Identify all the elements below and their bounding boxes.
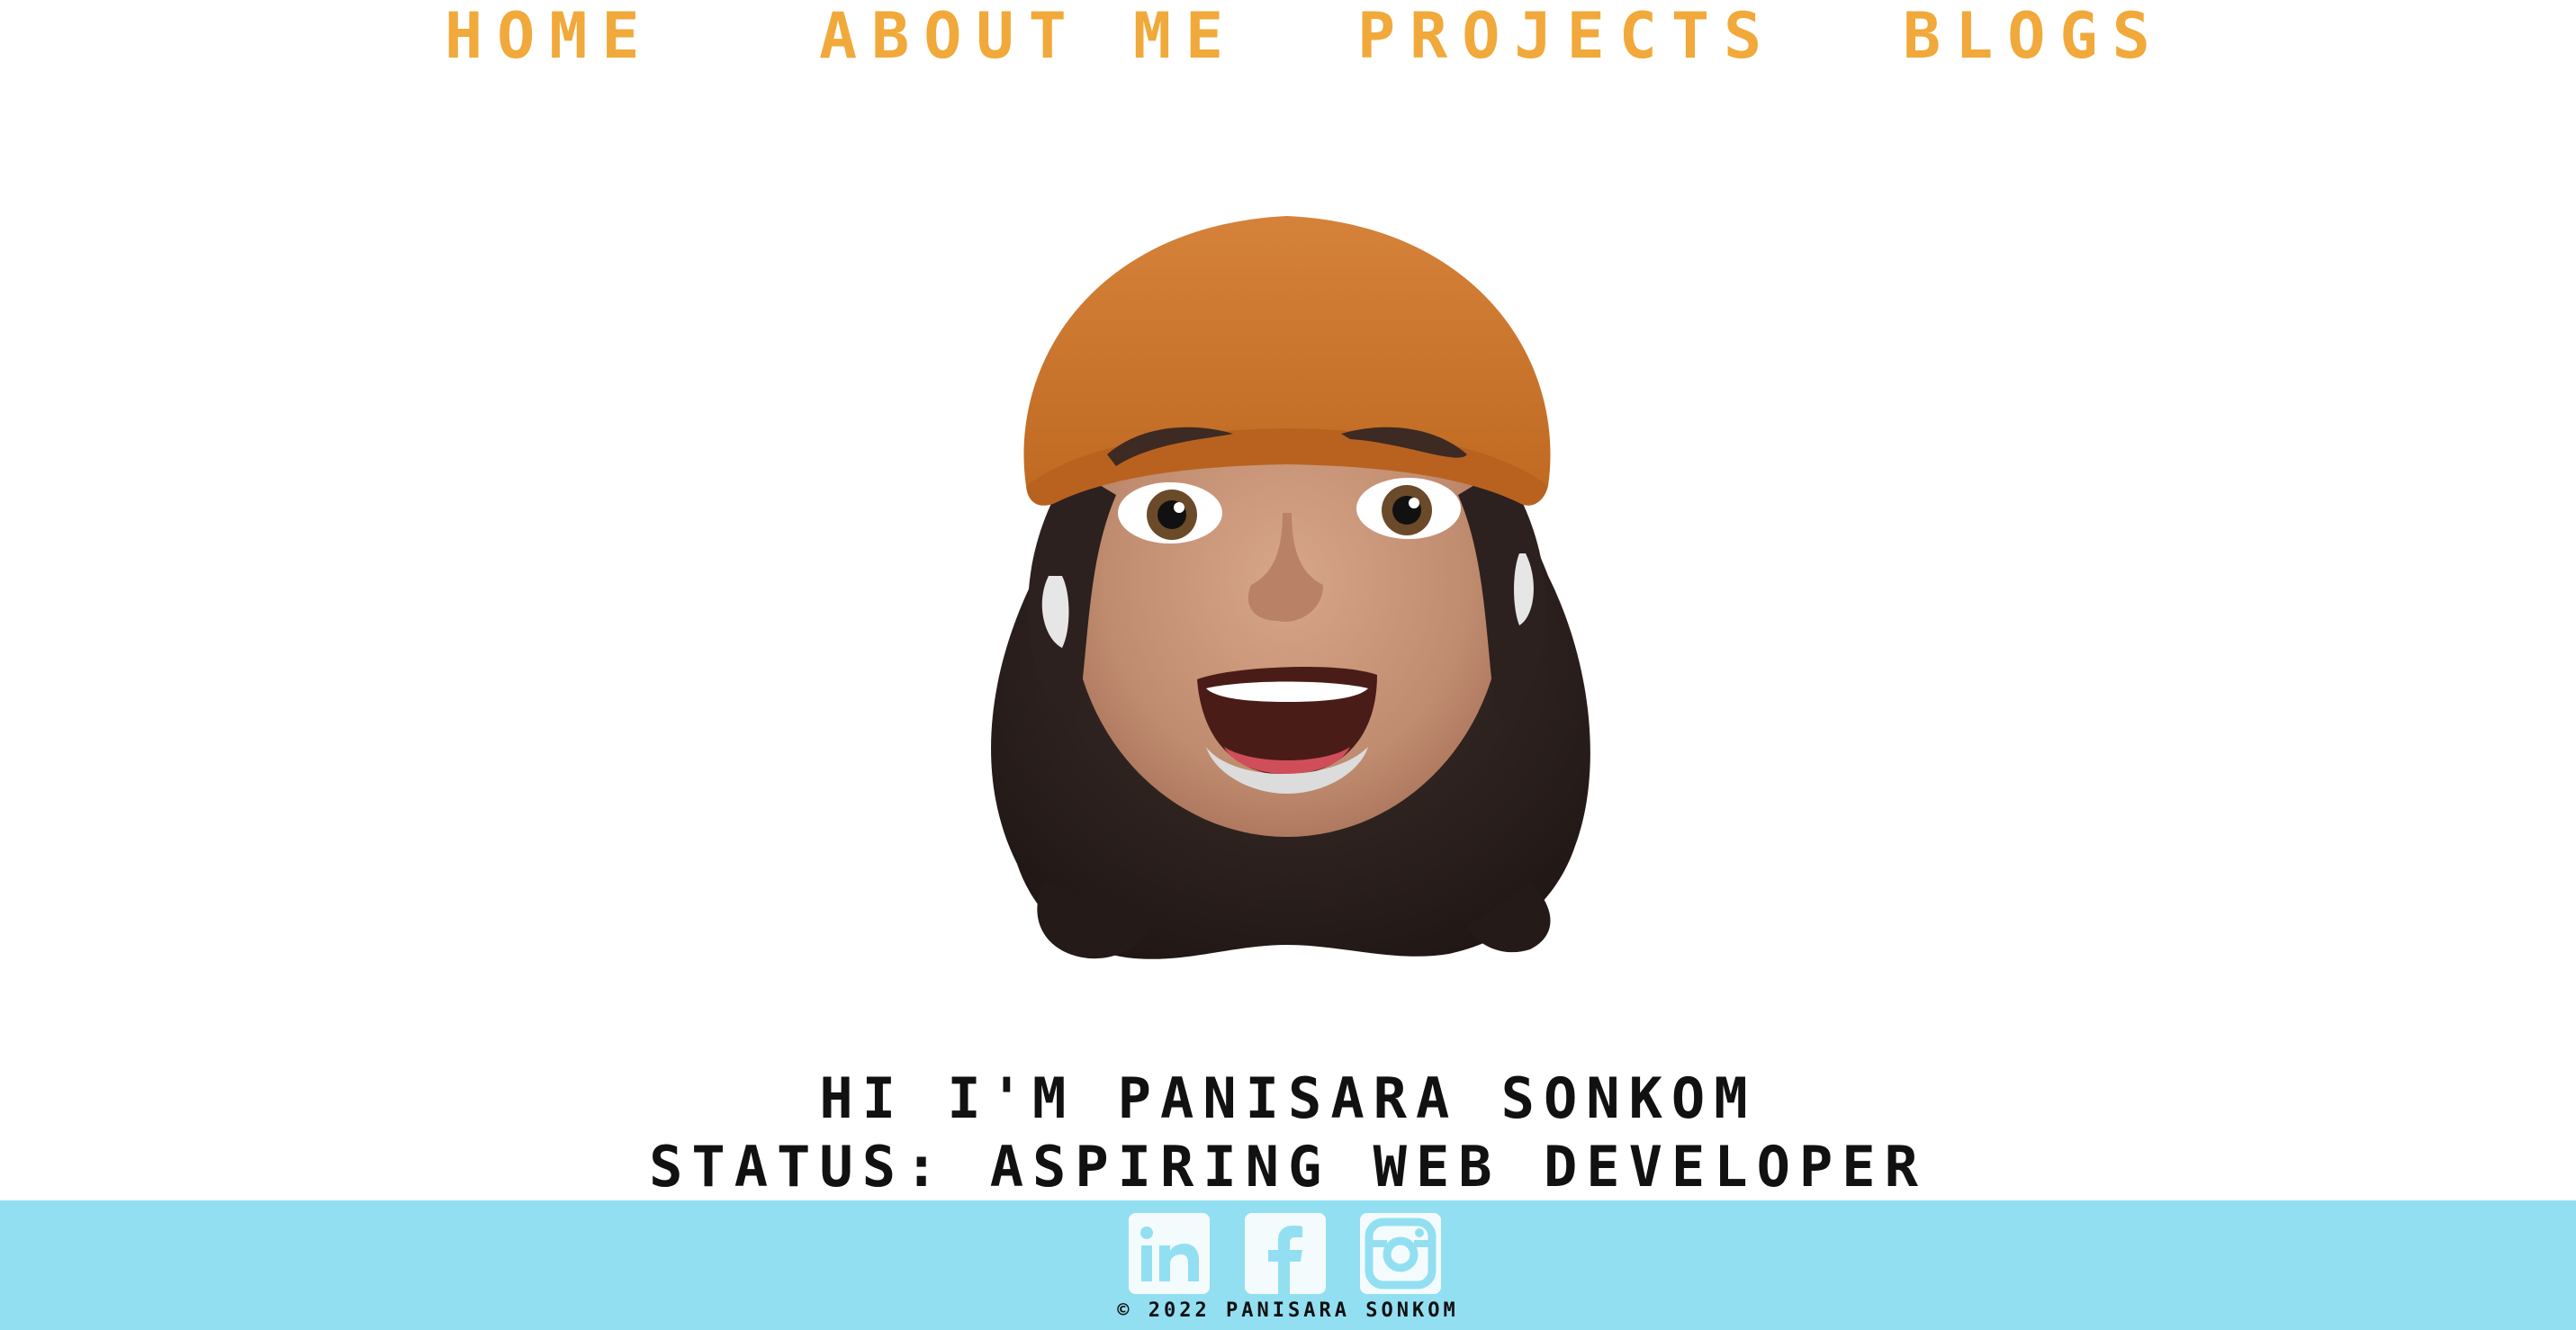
instagram-icon (1360, 1213, 1441, 1294)
avatar-image (936, 198, 1638, 990)
page: HOME ABOUT ME PROJECTS BLOGS HI I'M PANI… (0, 0, 2576, 1330)
intro-status: STATUS: ASPIRING WEB DEVELOPER (649, 1134, 1927, 1200)
nav-home-link[interactable]: HOME (445, 2, 654, 70)
copyright-text: © 2022 PANISARA SONKOM (1117, 1299, 1459, 1322)
facebook-icon (1245, 1213, 1326, 1294)
memoji-avatar-icon (991, 216, 1590, 959)
linkedin-icon (1129, 1213, 1210, 1294)
facebook-link[interactable] (1245, 1213, 1326, 1294)
nav-blogs-link[interactable]: BLOGS (1903, 2, 2165, 70)
footer: © 2022 PANISARA SONKOM (0, 1200, 2576, 1330)
top-nav: HOME ABOUT ME PROJECTS BLOGS (0, 0, 2576, 72)
nav-projects-link[interactable]: PROJECTS (1357, 2, 1776, 70)
nav-about-link[interactable]: ABOUT ME (819, 2, 1238, 70)
instagram-link[interactable] (1360, 1213, 1441, 1294)
linkedin-link[interactable] (1129, 1213, 1210, 1294)
intro-greeting: HI I'M PANISARA SONKOM (819, 1065, 1757, 1131)
